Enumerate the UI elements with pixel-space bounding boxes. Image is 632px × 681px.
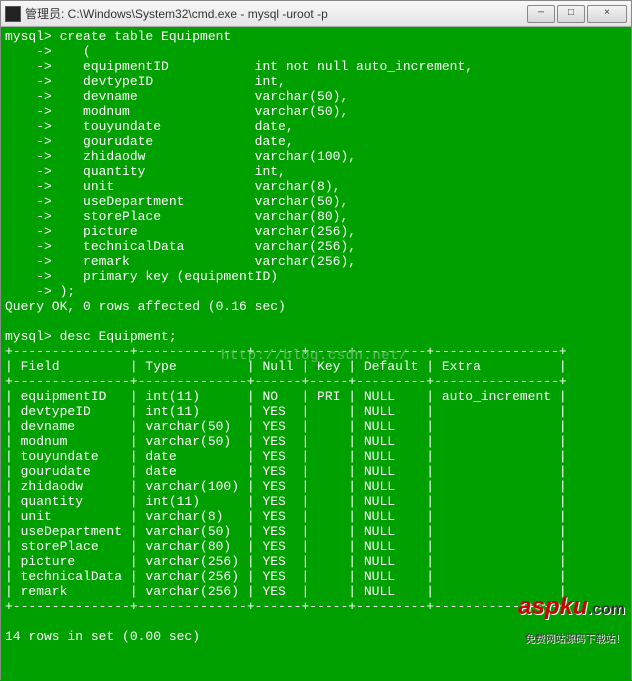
close-button[interactable]: × <box>587 5 627 23</box>
titlebar[interactable]: 管理员: C:\Windows\System32\cmd.exe - mysql… <box>1 1 631 27</box>
watermark-url: http://blog.csdn.net/ <box>221 349 408 364</box>
maximize-icon: □ <box>568 8 574 19</box>
window-controls: ─ □ × <box>527 5 627 23</box>
cmd-window: 管理员: C:\Windows\System32\cmd.exe - mysql… <box>0 0 632 680</box>
window-title: 管理员: C:\Windows\System32\cmd.exe - mysql… <box>25 5 328 22</box>
maximize-button[interactable]: □ <box>557 5 585 23</box>
terminal-text: mysql> create table Equipment -> ( -> eq… <box>5 29 627 644</box>
minimize-icon: ─ <box>538 8 544 19</box>
terminal-output[interactable]: mysql> create table Equipment -> ( -> eq… <box>1 27 631 681</box>
title-left: 管理员: C:\Windows\System32\cmd.exe - mysql… <box>5 5 328 22</box>
cmd-icon <box>5 6 21 22</box>
minimize-button[interactable]: ─ <box>527 5 555 23</box>
close-icon: × <box>604 8 610 19</box>
